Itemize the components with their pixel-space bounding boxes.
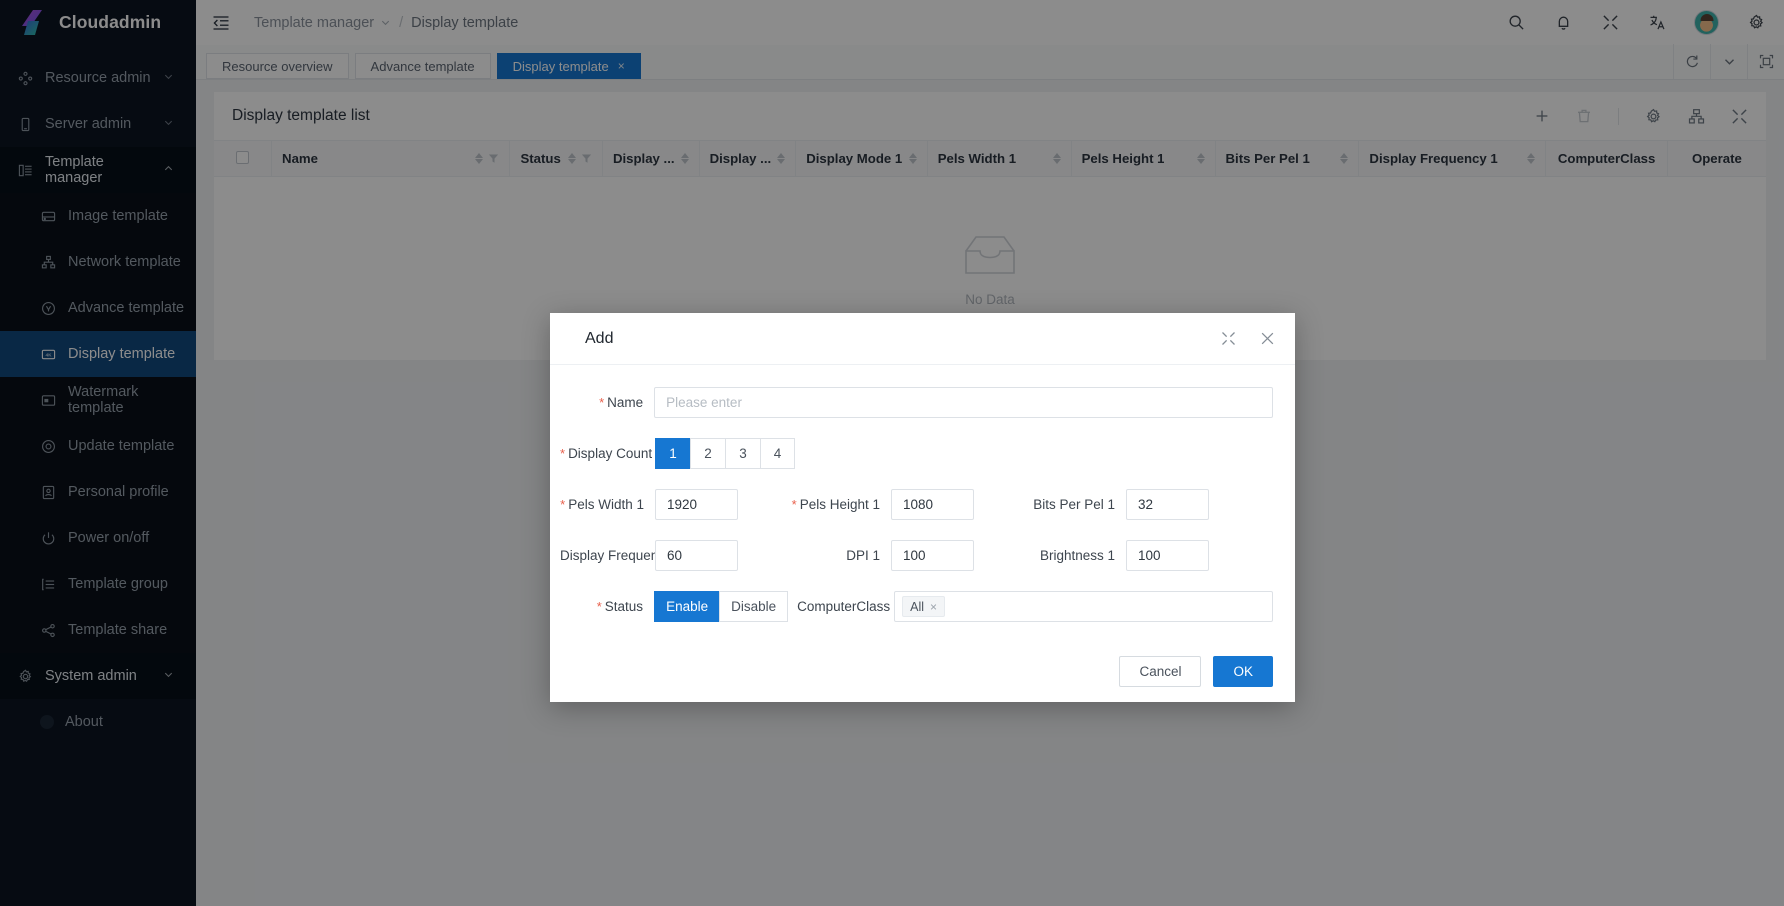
display-count-option-2[interactable]: 2: [690, 438, 725, 469]
form-row-status: Status Enable Disable ComputerClass All …: [560, 591, 1273, 622]
display-frequency-1-input[interactable]: 60: [655, 540, 738, 571]
field-bits-per-pel-1: Bits Per Pel 1 32: [1031, 489, 1209, 520]
pels-width-1-label: Pels Width 1: [560, 497, 655, 512]
dpi-1-input[interactable]: 100: [891, 540, 974, 571]
status-label: Status: [560, 599, 654, 614]
form-row-frequency: Display Frequen 60 DPI 1 100 Brightness …: [560, 540, 1273, 571]
pels-height-1-value: 1080: [903, 497, 934, 512]
form-row-name: Name Please enter: [560, 387, 1273, 418]
cancel-button[interactable]: Cancel: [1119, 655, 1202, 687]
name-label: Name: [560, 395, 654, 410]
display-count-label: Display Count: [560, 446, 655, 461]
form-row-pels: Pels Width 1 1920 Pels Height 1 1080 Bit…: [560, 489, 1273, 520]
name-input-placeholder: Please enter: [666, 395, 742, 410]
tag-remove-icon[interactable]: ×: [930, 600, 937, 614]
brightness-1-input[interactable]: 100: [1126, 540, 1209, 571]
field-dpi-1: DPI 1 100: [791, 540, 974, 571]
dpi-1-value: 100: [903, 548, 926, 563]
display-count-option-4[interactable]: 4: [760, 438, 795, 469]
bits-per-pel-1-label: Bits Per Pel 1: [1033, 497, 1115, 512]
name-input[interactable]: Please enter: [654, 387, 1273, 418]
bits-per-pel-1-value: 32: [1138, 497, 1154, 512]
close-icon[interactable]: [1260, 331, 1275, 346]
field-brightness-1: Brightness 1 100: [1031, 540, 1209, 571]
pels-height-1-input[interactable]: 1080: [891, 489, 974, 520]
display-count-option-1[interactable]: 1: [655, 438, 690, 469]
brightness-1-label: Brightness 1: [1039, 548, 1115, 563]
display-frequency-1-label: Display Frequen: [560, 548, 655, 563]
pels-height-1-label: Pels Height 1: [791, 497, 891, 512]
computerclass-label: ComputerClass: [797, 599, 891, 614]
status-option-enable[interactable]: Enable: [654, 591, 720, 622]
dpi-1-label: DPI 1: [846, 548, 880, 563]
field-pels-height-1: Pels Height 1 1080: [791, 489, 974, 520]
modal-footer: Cancel OK: [550, 640, 1295, 702]
pels-width-1-value: 1920: [667, 497, 698, 512]
status-segmented: Enable Disable: [654, 591, 789, 622]
form-row-display-count: Display Count 1 2 3 4: [560, 438, 1273, 469]
computerclass-tag-label: All: [910, 599, 925, 614]
field-display-frequency-1: Display Frequen 60: [560, 540, 738, 571]
modal-header-actions: [1221, 331, 1275, 346]
display-count-option-3[interactable]: 3: [725, 438, 760, 469]
display-frequency-1-value: 60: [667, 548, 683, 563]
ok-button[interactable]: OK: [1213, 655, 1273, 687]
bits-per-pel-1-input[interactable]: 32: [1126, 489, 1209, 520]
add-display-template-modal: Add Name Please enter: [550, 313, 1295, 702]
computerclass-select[interactable]: All ×: [894, 591, 1273, 622]
field-pels-width-1: Pels Width 1 1920: [560, 489, 738, 520]
pels-width-1-input[interactable]: 1920: [655, 489, 738, 520]
status-option-disable[interactable]: Disable: [719, 591, 789, 622]
modal-body: Name Please enter Display Count 1 2 3 4 …: [550, 365, 1295, 640]
display-count-segmented: 1 2 3 4: [655, 438, 795, 469]
modal-header: Add: [550, 313, 1295, 365]
app-root: Cloudadmin Resource admin Server admin T…: [0, 0, 1784, 906]
computerclass-tag: All ×: [902, 596, 946, 617]
modal-title: Add: [585, 329, 614, 347]
expand-icon[interactable]: [1221, 331, 1236, 346]
brightness-1-value: 100: [1138, 548, 1161, 563]
